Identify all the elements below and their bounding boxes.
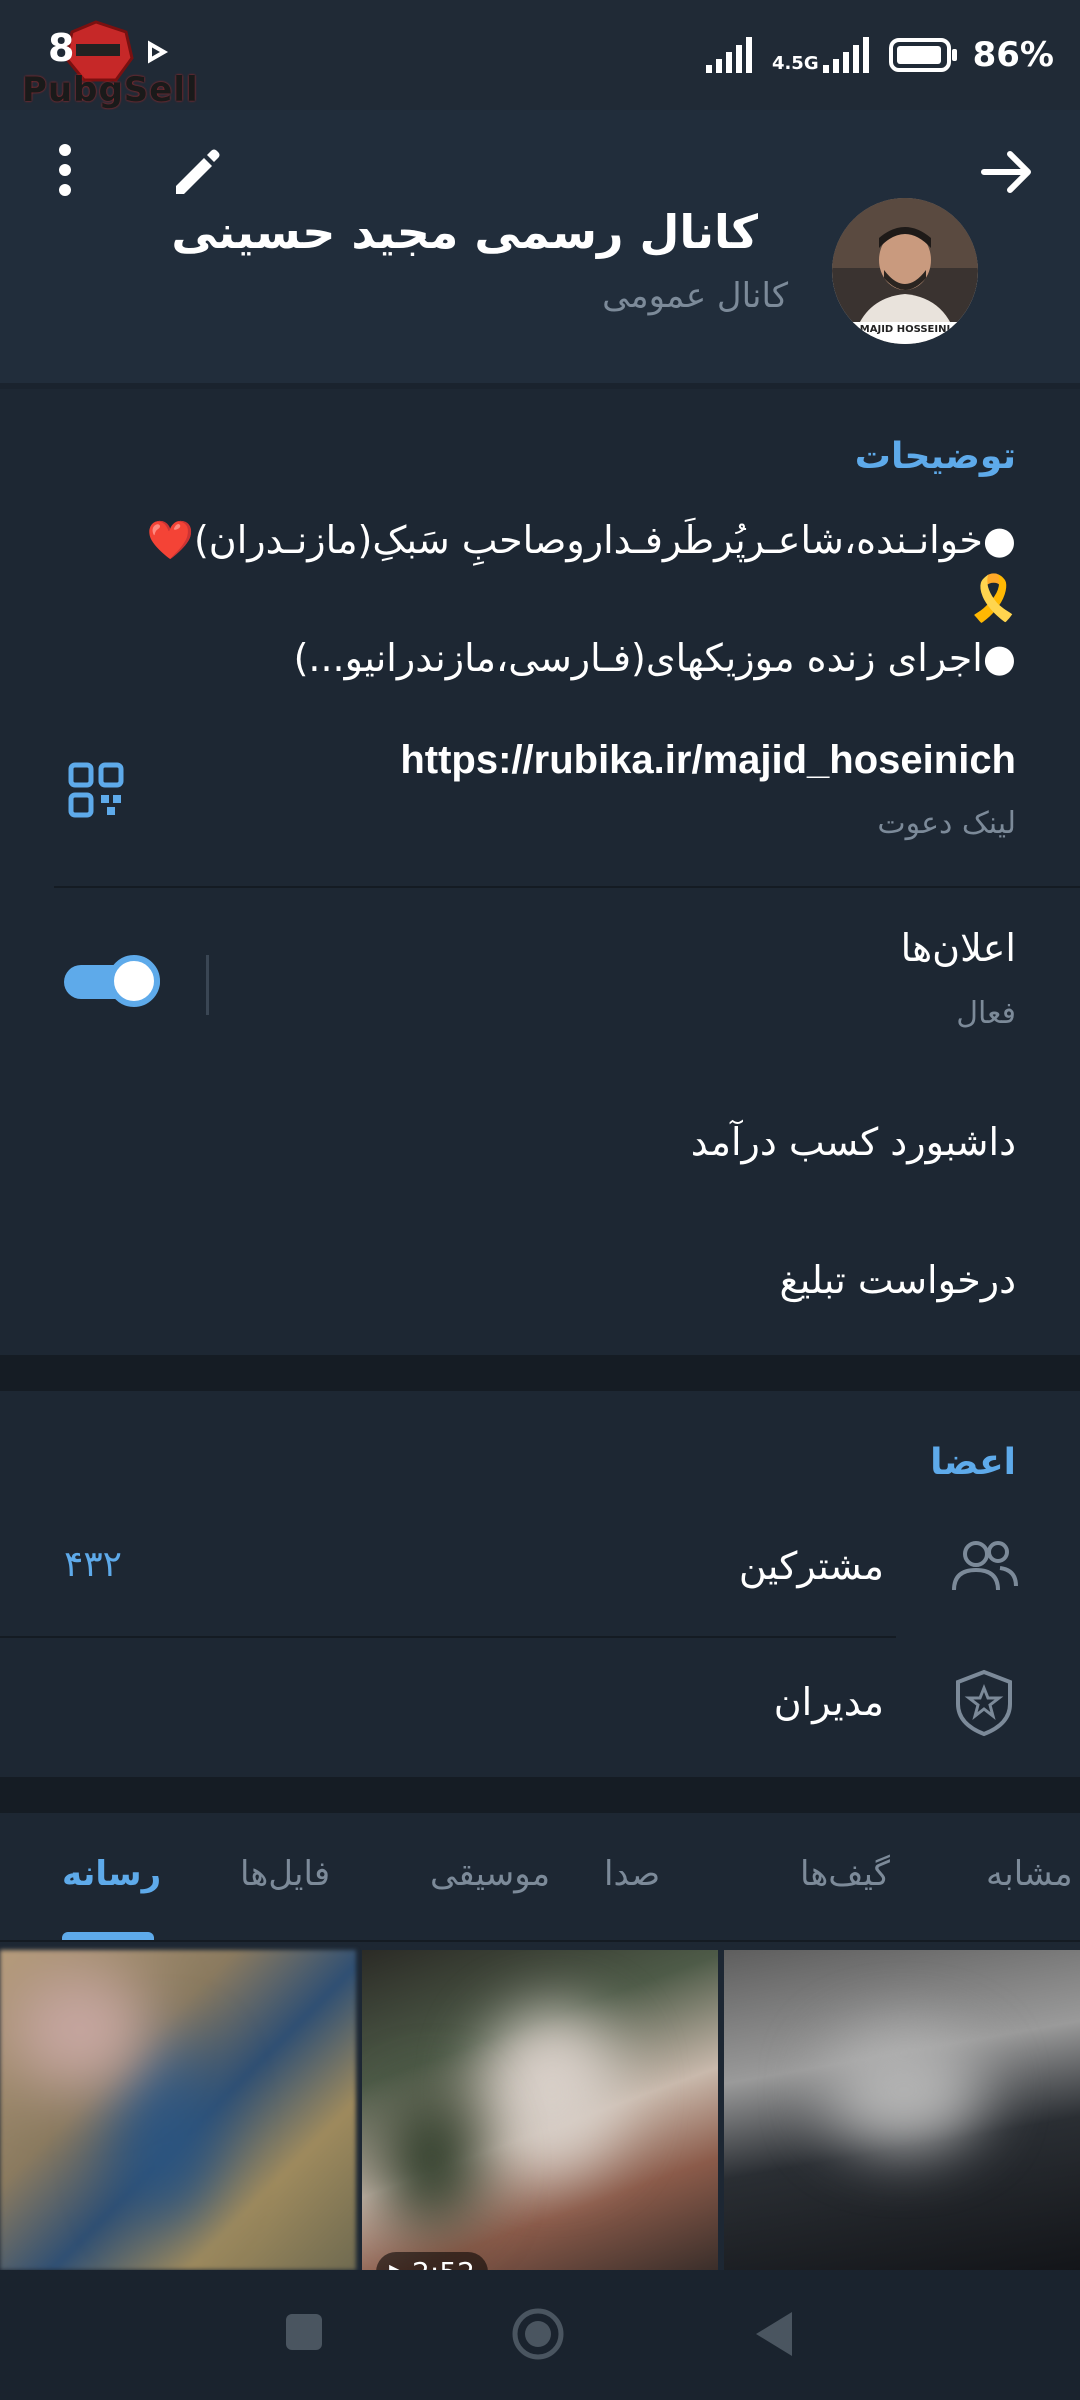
notifications-toggle[interactable]: [64, 955, 160, 1007]
arrow-right-icon: [981, 151, 1031, 193]
back-nav-button[interactable]: [752, 2310, 796, 2358]
battery-percent: 86%: [972, 35, 1054, 75]
qr-code-button[interactable]: [68, 762, 128, 822]
subscribers-count: ۴۳۲: [64, 1544, 123, 1585]
ad-request-item[interactable]: درخواست تبلیغ: [780, 1258, 1017, 1302]
members-heading: اعضا: [930, 1442, 1016, 1483]
users-icon: [952, 1541, 1018, 1591]
pencil-icon: [176, 149, 220, 194]
blur-shape: [824, 2030, 984, 2150]
tab-files[interactable]: فایل‌ها: [240, 1854, 330, 1894]
tab-media[interactable]: رسانه: [62, 1854, 161, 1894]
edit-button[interactable]: [168, 144, 228, 204]
avatar-photo: [832, 198, 978, 344]
earnings-dashboard-item[interactable]: داشبورد کسب درآمد: [691, 1120, 1016, 1164]
ribbon-emoji: 🎗️: [966, 573, 1021, 624]
channel-avatar[interactable]: MAJID HOSSEINI: [832, 198, 978, 344]
blur-shape: [482, 2010, 622, 2170]
blur-shape: [382, 2090, 482, 2230]
more-options-button[interactable]: [40, 140, 90, 200]
signal-icon: [705, 37, 752, 73]
section-gap: [0, 1355, 1080, 1391]
tab-similar[interactable]: مشابه: [986, 1854, 1073, 1894]
toggle-separator: [206, 955, 209, 1015]
shield-star-icon: [956, 1669, 1012, 1737]
media-thumbnail[interactable]: [0, 1950, 356, 2270]
battery-icon: [888, 38, 957, 72]
description-line-1: ●خوانـنده،شاعـرپُرطَرفـداروصاحبِ سَبکِ(م…: [146, 518, 1016, 562]
tab-voice[interactable]: صدا: [604, 1854, 660, 1894]
tab-gifs[interactable]: گیف‌ها: [800, 1854, 890, 1894]
tabs-divider: [0, 1940, 1080, 1942]
blur-shape: [10, 1970, 150, 2090]
invite-link-label: لینک دعوت: [877, 806, 1016, 841]
media-thumbnail[interactable]: [362, 1950, 718, 2270]
admins-row[interactable]: مدیران: [0, 1640, 1080, 1770]
toggle-knob: [108, 955, 160, 1007]
admins-label: مدیران: [773, 1680, 884, 1724]
subscribers-row[interactable]: مشترکین ۴۳۲: [0, 1506, 1080, 1636]
home-button[interactable]: [510, 2306, 566, 2362]
logo-text: PubgSell: [22, 70, 199, 110]
section-gap: [0, 1777, 1080, 1813]
triangle-back-icon: [756, 2312, 792, 2356]
signal-icon-2: [822, 37, 869, 73]
network-signal: 4.5G: [772, 37, 875, 73]
tab-music[interactable]: موسیقی: [430, 1854, 550, 1894]
invite-link[interactable]: https://rubika.ir/majid_hoseinich: [400, 738, 1016, 783]
divider: [0, 1636, 896, 1638]
notification-count: 8: [48, 26, 75, 70]
notifications-state: فعال: [956, 996, 1016, 1031]
notifications-title: اعلان‌ها: [900, 926, 1016, 970]
description-heading: توضیحات: [854, 436, 1016, 477]
recents-button[interactable]: [284, 2312, 324, 2352]
description-line-2: ●اجرای زنده موزیکهای(فـارسی،مازندرانیو..…: [293, 636, 1016, 680]
channel-title: کانال رسمی مجید حسینی: [171, 205, 758, 259]
qr-code-icon: [68, 762, 124, 818]
avatar-caption: MAJID HOSSEINI: [859, 324, 951, 335]
network-type: 4.5G: [771, 53, 819, 74]
more-vertical-icon: [59, 144, 71, 196]
subscribers-label: مشترکین: [738, 1544, 884, 1588]
media-thumbnail[interactable]: [724, 1950, 1080, 2270]
status-indicators: 4.5G 86%: [705, 30, 1054, 80]
divider: [54, 886, 1080, 888]
home-circle-icon: [512, 2308, 564, 2360]
channel-type: کانال عمومی: [602, 276, 788, 316]
square-icon: [286, 2314, 322, 2350]
back-button[interactable]: [976, 140, 1040, 204]
